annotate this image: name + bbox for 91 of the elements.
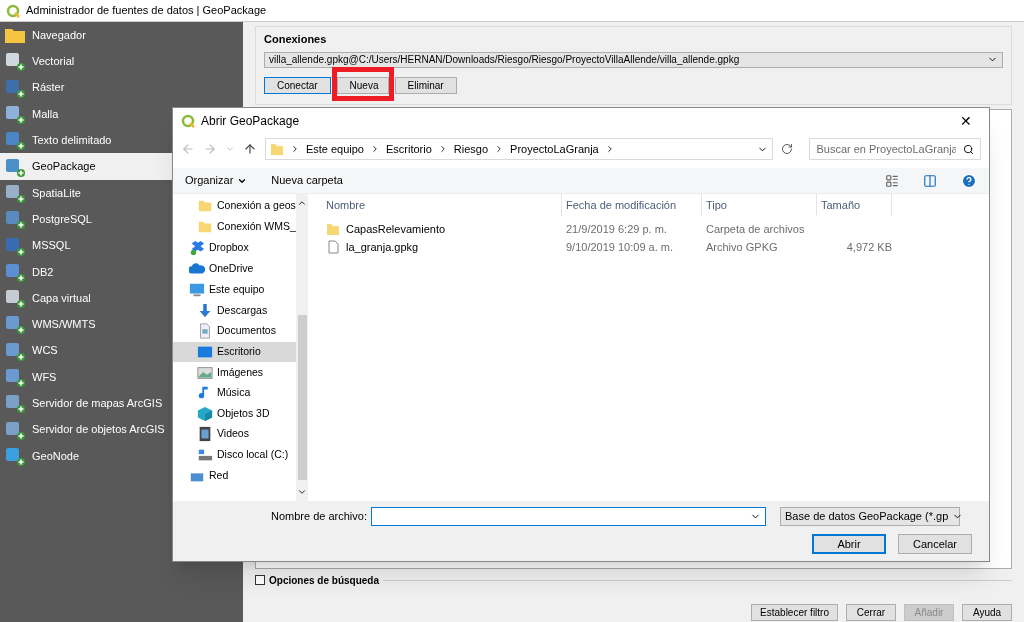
file-icon [326,240,340,254]
breadcrumb-item[interactable]: Escritorio [386,140,432,158]
column-header[interactable]: Tamaño [817,194,892,216]
filename-field[interactable] [371,507,766,526]
file-date: 9/10/2019 10:09 a. m. [565,239,675,255]
sidebar-item[interactable]: Navegador [0,22,243,49]
layer-add-icon [4,51,26,72]
layer-add-icon [4,393,26,414]
nav-item[interactable]: Videos [173,424,296,445]
app-logo-icon [181,114,195,128]
layer-add-icon [4,182,26,203]
film-icon [197,426,213,443]
nav-item[interactable]: Conexión WMS_ [173,216,296,238]
app-logo-icon [6,3,20,18]
connection-button[interactable]: Conectar [264,76,331,94]
down-arrow-icon [197,302,213,319]
window-title: Administrador de fuentes de datos | GeoPackage [26,3,267,19]
nav-item[interactable]: OneDrive [173,258,296,280]
view-icon[interactable] [885,173,899,188]
connection-dropdown[interactable]: villa_allende.gpkg@C:/Users/HERNAN/Downloads/Riesgo/Riesgo/ProyectoVillaAllende/villa_allende.gpkg [264,51,1003,68]
scroll-down-icon[interactable] [297,487,307,497]
layer-add-icon [4,314,26,335]
group-title: Conexiones [264,32,328,47]
footer-button[interactable]: Ayuda [962,603,1012,621]
nav-item[interactable]: Este equipo [173,279,296,301]
cancel-button[interactable]: Cancelar [898,534,972,554]
breadcrumb-item[interactable]: Este equipo [305,140,364,158]
nav-item[interactable]: Red [173,465,296,487]
layer-add-icon [4,419,26,440]
connection-button[interactable]: Nueva [336,76,389,94]
dialog-title: Abrir GeoPackage [201,113,300,130]
layer-add-icon [4,104,26,125]
layer-add-icon [4,209,26,230]
scroll-up-icon[interactable] [297,198,307,208]
folder-icon [269,142,284,156]
nav-item[interactable]: Escritorio [173,341,296,363]
cube-icon [197,405,213,422]
layer-add-icon [4,77,26,98]
layer-add-icon [4,367,26,387]
file-type: Carpeta de archivos [705,221,806,237]
column-header[interactable]: Tipo [702,194,817,216]
field-label: Nombre de archivo: [271,509,367,525]
filetype-dropdown[interactable]: Base de datos GeoPackage (*.gp [780,507,960,526]
nav-item[interactable]: Documentos [173,321,296,342]
layer-add-icon [4,261,26,282]
file-type: Archivo GPKG [705,239,779,255]
column-header[interactable]: Nombre [308,194,562,216]
address-bar[interactable]: Este equipo Escritorio Riesgo ProyectoLaGranja [264,138,774,160]
layer-add-icon [4,288,26,309]
up-icon[interactable] [242,142,257,156]
file-size: 4,972 KB [845,239,892,255]
new-folder-button[interactable]: Nueva carpeta [271,172,343,189]
sidebar-item[interactable]: Vectorial [0,48,243,75]
document-icon [197,323,213,340]
nav-item[interactable]: Objetos 3D [173,403,296,425]
checkbox[interactable] [255,575,265,585]
breadcrumb-item[interactable]: ProyectoLaGranja [510,140,599,158]
layer-add-icon [4,156,26,177]
scrollbar[interactable] [296,194,308,501]
picture-icon [197,364,213,381]
folder-icon [326,222,340,236]
footer-button[interactable]: Establecer filtro [751,603,838,621]
nav-item[interactable]: Imágenes [173,362,296,383]
column-header[interactable]: Fecha de modificación [562,194,702,216]
dropbox-icon [189,240,205,256]
layer-add-icon [4,235,26,256]
nav-item[interactable]: Música [173,382,296,404]
file-name[interactable]: la_granja.gpkg [308,238,562,256]
help-icon[interactable] [961,172,977,189]
preview-pane-icon[interactable] [923,173,937,188]
close-button[interactable]: ✕ [951,110,981,132]
nav-item[interactable]: Dropbox [173,237,296,259]
checkbox-label: Opciones de búsqueda [269,573,380,588]
breadcrumb-item[interactable]: Riesgo [453,140,489,158]
footer-button[interactable]: Cerrar [846,603,896,621]
nav-item[interactable]: Disco local (C:) [173,444,296,466]
layer-add-icon [4,130,26,151]
layer-add-icon [4,445,26,466]
file-name[interactable]: CapasRelevamiento [308,220,562,238]
search-icon [963,143,974,155]
connection-button[interactable]: Eliminar [394,76,457,94]
monitor-icon [189,282,205,299]
chevron-right-icon [370,144,380,154]
nav-item[interactable]: Conexión a geos [173,196,296,217]
open-button[interactable]: Abrir [812,534,886,554]
file-date: 21/9/2019 6:29 p. m. [565,221,668,237]
layer-add-icon [4,340,26,361]
refresh-icon[interactable] [781,143,794,155]
sidebar-item[interactable]: Texto delimitado [0,127,243,154]
sidebar-item[interactable]: Ráster [0,74,243,101]
nav-item[interactable]: Descargas [173,300,296,322]
